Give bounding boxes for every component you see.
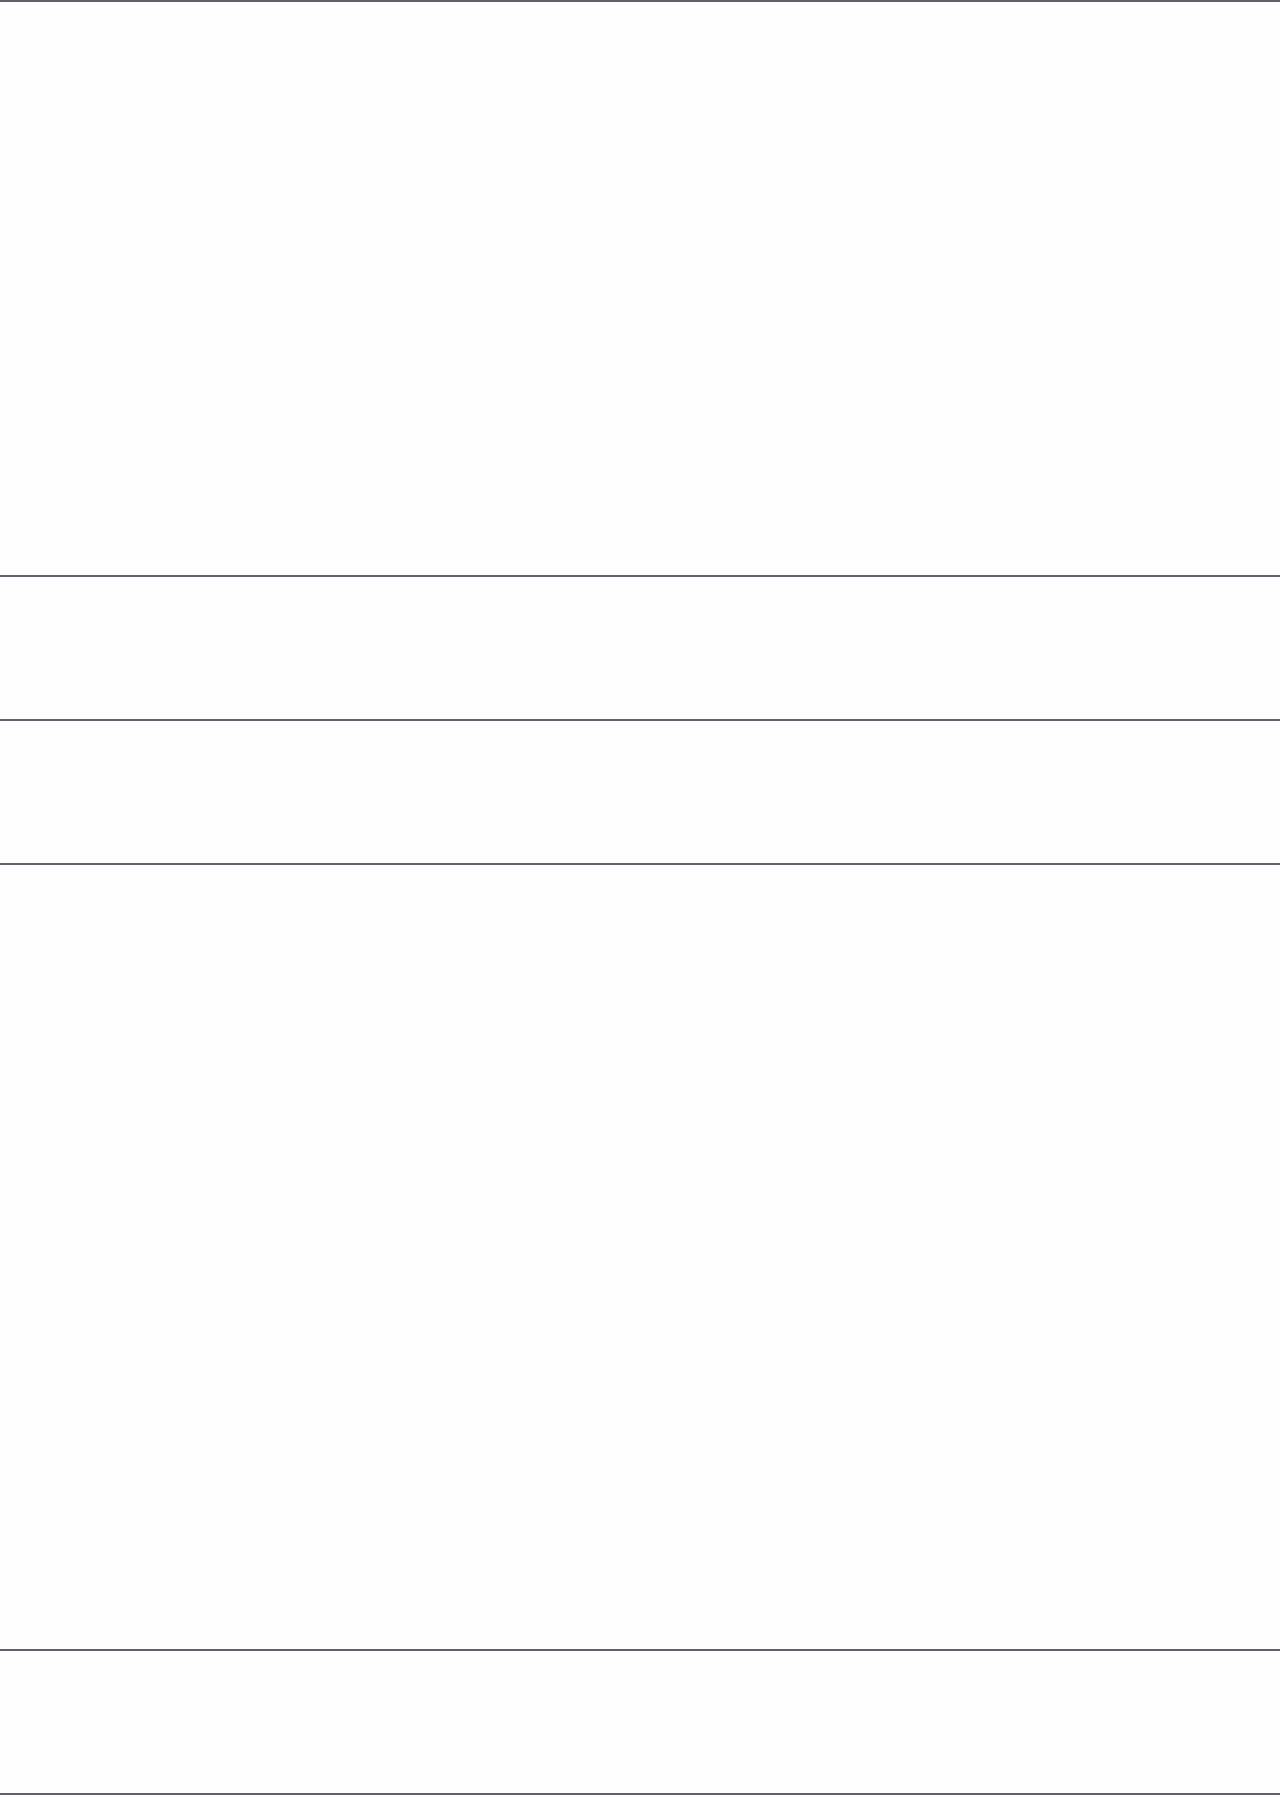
content-panel [0,577,1280,719]
content-panel [0,865,1280,1649]
divider-line [0,1793,1280,1795]
content-panel [0,1651,1280,1793]
blank-page [0,0,1280,1797]
content-panel [0,721,1280,863]
content-panel [0,2,1280,575]
